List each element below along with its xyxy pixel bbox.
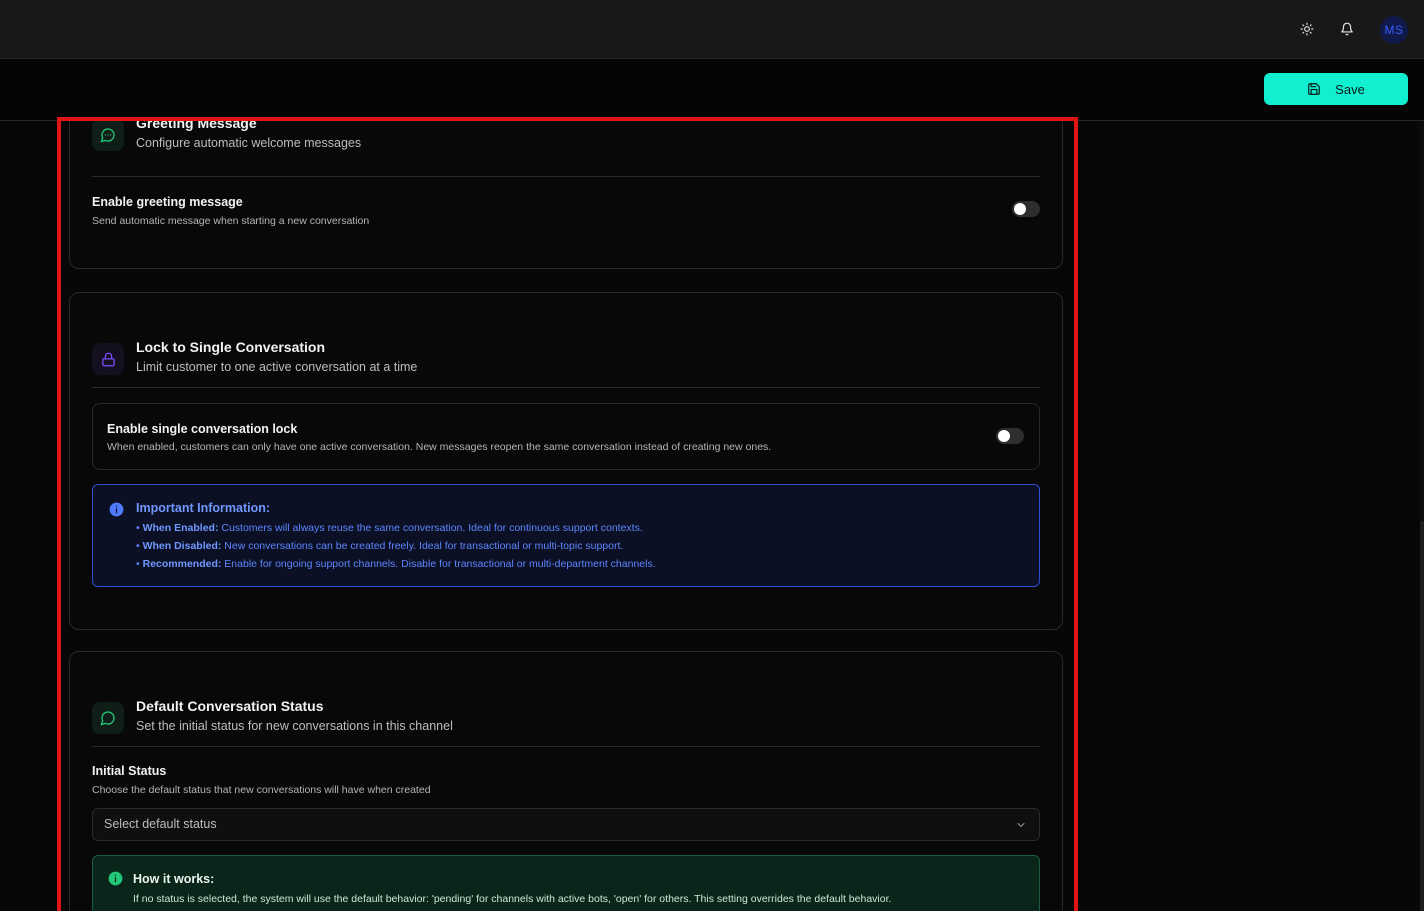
lock-card: Lock to Single Conversation Limit custom… xyxy=(69,292,1063,630)
status-field-description: Choose the default status that new conve… xyxy=(92,784,431,796)
lock-title: Lock to Single Conversation xyxy=(136,339,326,355)
message-circle-icon xyxy=(100,711,115,726)
status-field-label: Initial Status xyxy=(92,764,167,778)
settings-content: Greeting Message Configure automatic wel… xyxy=(0,121,1424,911)
lock-info-box: Important Information: • When Enabled: C… xyxy=(92,484,1040,587)
sun-icon xyxy=(1300,22,1314,36)
status-title: Default Conversation Status xyxy=(136,698,324,714)
save-button[interactable]: Save xyxy=(1264,73,1408,105)
lock-enable-description: When enabled, customers can only have on… xyxy=(107,441,772,453)
save-button-label: Save xyxy=(1335,81,1365,97)
greeting-enable-label: Enable greeting message xyxy=(92,195,243,209)
lock-info-item: • When Disabled: New conversations can b… xyxy=(136,540,624,552)
bell-icon xyxy=(1341,22,1353,36)
info-icon xyxy=(109,502,124,517)
divider xyxy=(92,176,1040,177)
how-it-works-title: How it works: xyxy=(133,872,215,886)
greeting-title: Greeting Message xyxy=(136,121,257,131)
lock-enable-row: Enable single conversation lock When ena… xyxy=(92,403,1040,470)
greeting-card: Greeting Message Configure automatic wel… xyxy=(69,121,1063,269)
lock-info-item: • Recommended: Enable for ongoing suppor… xyxy=(136,558,656,570)
message-dots-icon xyxy=(100,128,115,143)
how-it-works-box: How it works: If no status is selected, … xyxy=(92,855,1040,911)
theme-toggle-button[interactable] xyxy=(1293,15,1321,43)
select-placeholder: Select default status xyxy=(104,817,217,831)
info-icon xyxy=(108,871,123,886)
chevron-down-icon xyxy=(1017,823,1025,827)
divider xyxy=(92,746,1040,747)
lock-info-title: Important Information: xyxy=(136,501,271,515)
status-subtitle: Set the initial status for new conversat… xyxy=(136,719,453,733)
user-avatar[interactable]: MS xyxy=(1380,16,1408,44)
lock-enable-toggle[interactable] xyxy=(996,428,1024,444)
greeting-icon-wrap xyxy=(92,121,124,151)
floppy-disk-icon xyxy=(1308,83,1321,95)
lock-subtitle: Limit customer to one active conversatio… xyxy=(136,360,418,374)
lock-card-header: Lock to Single Conversation Limit custom… xyxy=(92,339,1040,379)
notifications-button[interactable] xyxy=(1333,15,1361,43)
action-bar: Save xyxy=(0,60,1424,121)
default-status-select[interactable]: Select default status xyxy=(92,808,1040,841)
status-icon-wrap xyxy=(92,702,124,734)
lock-enable-label: Enable single conversation lock xyxy=(107,422,298,436)
scrollbar-thumb[interactable] xyxy=(1420,521,1424,911)
lock-info-item: • When Enabled: Customers will always re… xyxy=(136,522,643,534)
how-it-works-text: If no status is selected, the system wil… xyxy=(133,893,892,905)
top-bar: MS xyxy=(0,0,1424,59)
greeting-enable-toggle[interactable] xyxy=(1012,201,1040,217)
lock-icon xyxy=(101,352,115,366)
greeting-enable-description: Send automatic message when starting a n… xyxy=(92,215,370,227)
greeting-card-header: Greeting Message Configure automatic wel… xyxy=(92,121,1040,155)
page-scrollbar[interactable] xyxy=(1420,121,1424,911)
divider xyxy=(92,387,1040,388)
status-card-header: Default Conversation Status Set the init… xyxy=(92,698,1040,738)
lock-icon-wrap xyxy=(92,343,124,375)
status-card: Default Conversation Status Set the init… xyxy=(69,651,1063,911)
greeting-subtitle: Configure automatic welcome messages xyxy=(136,136,362,150)
